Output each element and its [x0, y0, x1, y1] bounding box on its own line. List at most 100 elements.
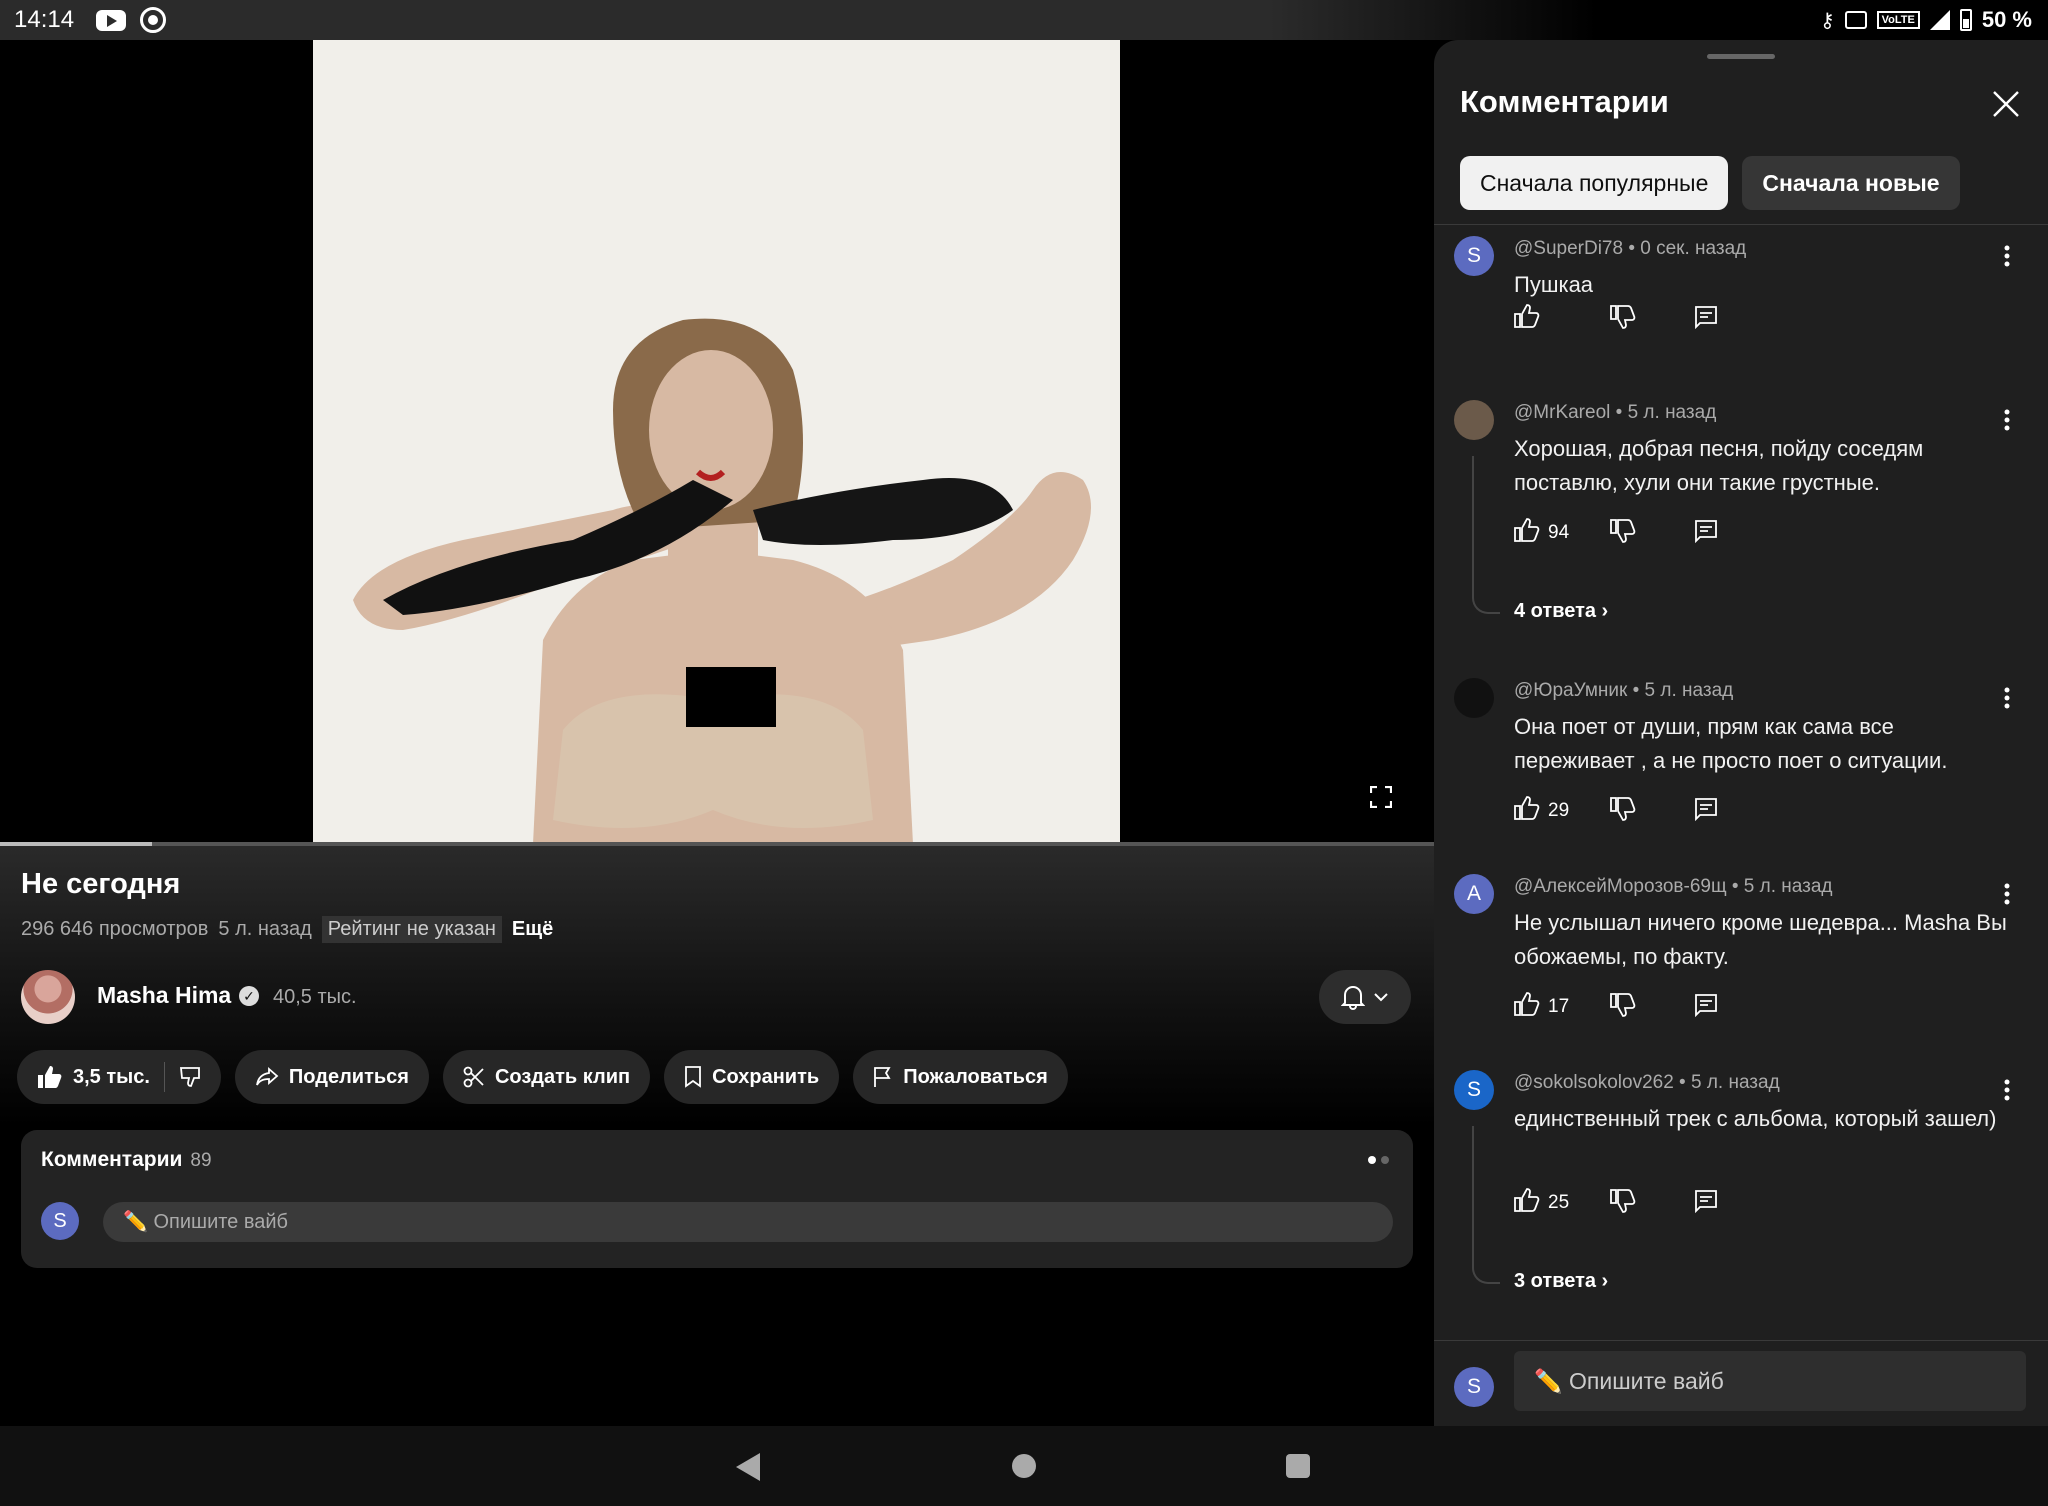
- dislike-icon[interactable]: [179, 1066, 201, 1088]
- comment-input[interactable]: ✏️ Опишите вайб: [103, 1202, 1393, 1242]
- vpn-key-icon: ⚷: [1819, 9, 1835, 32]
- comment-like-button[interactable]: [1514, 304, 1610, 334]
- more-vert-icon[interactable]: [2004, 882, 2010, 906]
- thumb-up-icon: [1514, 796, 1540, 826]
- thumb-down-icon[interactable]: [1610, 518, 1694, 548]
- commenter-avatar[interactable]: А: [1454, 874, 1494, 914]
- action-bar: 3,5 тыс. Поделиться Создать клип Сохрани…: [17, 1050, 1068, 1104]
- thumb-up-icon: [1514, 992, 1540, 1022]
- video-meta[interactable]: 296 646 просмотров 5 л. назад Рейтинг не…: [21, 916, 553, 943]
- comment-text: Хорошая, добрая песня, пойду соседям пос…: [1514, 436, 1924, 495]
- comment-text: единственный трек с альбома, который заш…: [1514, 1106, 1997, 1131]
- drag-handle[interactable]: [1707, 54, 1775, 59]
- comment-actions: 94: [1514, 518, 1718, 548]
- close-icon[interactable]: [1990, 88, 2022, 120]
- comment-actions: 17: [1514, 992, 1718, 1022]
- scissors-icon: [463, 1066, 484, 1088]
- comment-like-count: 29: [1548, 800, 1570, 821]
- vibrate-icon: [1844, 11, 1867, 29]
- reply-icon[interactable]: [1694, 305, 1718, 334]
- report-button[interactable]: Пожаловаться: [853, 1050, 1068, 1104]
- fullscreen-icon[interactable]: [1370, 786, 1392, 808]
- save-label: Сохранить: [712, 1065, 820, 1088]
- share-icon: [256, 1067, 279, 1086]
- video-frame[interactable]: [313, 40, 1120, 844]
- comment-like-button[interactable]: 17: [1514, 992, 1610, 1022]
- comment-actions: [1514, 304, 1718, 334]
- status-bar: 14:14 ⚷ VoLTE 50 %: [0, 0, 2048, 40]
- dot-active: [1368, 1156, 1376, 1164]
- comment-like-button[interactable]: 25: [1514, 1188, 1610, 1218]
- sort-new-chip[interactable]: Сначала новые: [1742, 156, 1960, 210]
- subscriber-count: 40,5 тыс.: [273, 986, 357, 1008]
- video-thumbnail-image: [313, 40, 1120, 844]
- rating-badge: Рейтинг не указан: [321, 916, 502, 943]
- bell-icon: [1341, 986, 1365, 1010]
- verified-icon: ✓: [239, 986, 259, 1006]
- clip-label: Создать клип: [494, 1065, 631, 1088]
- commenter-avatar[interactable]: [1454, 678, 1494, 718]
- sort-popular-chip[interactable]: Сначала популярные: [1460, 156, 1729, 210]
- view-count: 296 646 просмотров: [21, 918, 209, 940]
- home-icon[interactable]: [1012, 1454, 1036, 1478]
- subscription-bell-button[interactable]: [1319, 970, 1411, 1024]
- view-replies-link[interactable]: 4 ответа ›: [1514, 600, 1608, 623]
- battery-icon: [1959, 9, 1972, 31]
- reply-icon[interactable]: [1694, 1189, 1718, 1218]
- comments-panel: Комментарии Сначала популярные Сначала н…: [1434, 40, 2048, 1426]
- view-replies-link[interactable]: 3 ответа ›: [1514, 1270, 1608, 1293]
- more-vert-icon[interactable]: [2004, 244, 2010, 268]
- create-clip-button[interactable]: Создать клип: [442, 1050, 651, 1104]
- thumb-down-icon[interactable]: [1610, 796, 1694, 826]
- commenter-avatar[interactable]: S: [1454, 236, 1494, 276]
- comment-author[interactable]: @MrKareol • 5 л. назад: [1514, 402, 1716, 424]
- more-link[interactable]: Ещё: [512, 918, 553, 941]
- comments-card-label: Комментарии: [41, 1148, 183, 1171]
- like-dislike-button[interactable]: 3,5 тыс.: [17, 1050, 221, 1104]
- app-notification-icon: [140, 7, 167, 33]
- comment-author[interactable]: @sokolsokolov262 • 5 л. назад: [1514, 1072, 1780, 1094]
- reply-icon[interactable]: [1694, 797, 1718, 826]
- channel-name[interactable]: Masha Hima: [97, 982, 231, 1009]
- panel-title: Комментарии: [1460, 84, 1669, 119]
- divider: [1434, 224, 2048, 225]
- reply-icon[interactable]: [1694, 993, 1718, 1022]
- commenter-avatar[interactable]: S: [1454, 1070, 1494, 1110]
- channel-row[interactable]: Masha Hima ✓ 40,5 тыс.: [21, 970, 1411, 1026]
- report-label: Пожаловаться: [903, 1065, 1048, 1088]
- thumb-down-icon[interactable]: [1610, 304, 1694, 334]
- like-filled-icon[interactable]: [37, 1065, 63, 1089]
- thumb-down-icon[interactable]: [1610, 992, 1694, 1022]
- share-button[interactable]: Поделиться: [234, 1050, 429, 1104]
- back-icon[interactable]: [736, 1453, 760, 1481]
- like-count: 3,5 тыс.: [73, 1065, 150, 1088]
- more-vert-icon[interactable]: [2004, 686, 2010, 710]
- more-vert-icon[interactable]: [2004, 1078, 2010, 1102]
- signal-icon: [1929, 10, 1950, 30]
- more-vert-icon[interactable]: [2004, 408, 2010, 432]
- comment-input[interactable]: ✏️ Опишите вайб: [1514, 1351, 2026, 1411]
- save-button[interactable]: Сохранить: [664, 1050, 840, 1104]
- comment-like-button[interactable]: 29: [1514, 796, 1610, 826]
- video-title[interactable]: Не сегодня: [21, 868, 180, 901]
- status-time: 14:14: [14, 6, 75, 33]
- comment-like-count: 94: [1548, 522, 1570, 543]
- thumb-down-icon[interactable]: [1610, 1188, 1694, 1218]
- status-icons: ⚷ VoLTE 50 %: [1820, 7, 2032, 33]
- comment-author[interactable]: @ЮраУмник • 5 л. назад: [1514, 680, 1733, 702]
- share-label: Поделиться: [288, 1065, 409, 1088]
- volte-icon: VoLTE: [1876, 11, 1920, 29]
- recent-apps-icon[interactable]: [1286, 1454, 1310, 1478]
- flag-icon: [874, 1067, 891, 1087]
- video-player[interactable]: [0, 40, 1434, 844]
- chevron-down-icon: [1374, 993, 1388, 1002]
- comment-like-button[interactable]: 94: [1514, 518, 1610, 548]
- comment-author[interactable]: @АлексейМорозов-69щ • 5 л. назад: [1514, 876, 1833, 898]
- channel-avatar[interactable]: [21, 970, 75, 1024]
- reply-thread-line: [1472, 1126, 1500, 1284]
- reply-icon[interactable]: [1694, 519, 1718, 548]
- comment-author[interactable]: @SuperDi78 • 0 сек. назад: [1514, 238, 1746, 260]
- sort-chips: Сначала популярные Сначала новые: [1460, 156, 1960, 210]
- commenter-avatar[interactable]: [1454, 400, 1494, 440]
- comments-preview-card[interactable]: Комментарии 89 S ✏️ Опишите вайб: [21, 1130, 1413, 1268]
